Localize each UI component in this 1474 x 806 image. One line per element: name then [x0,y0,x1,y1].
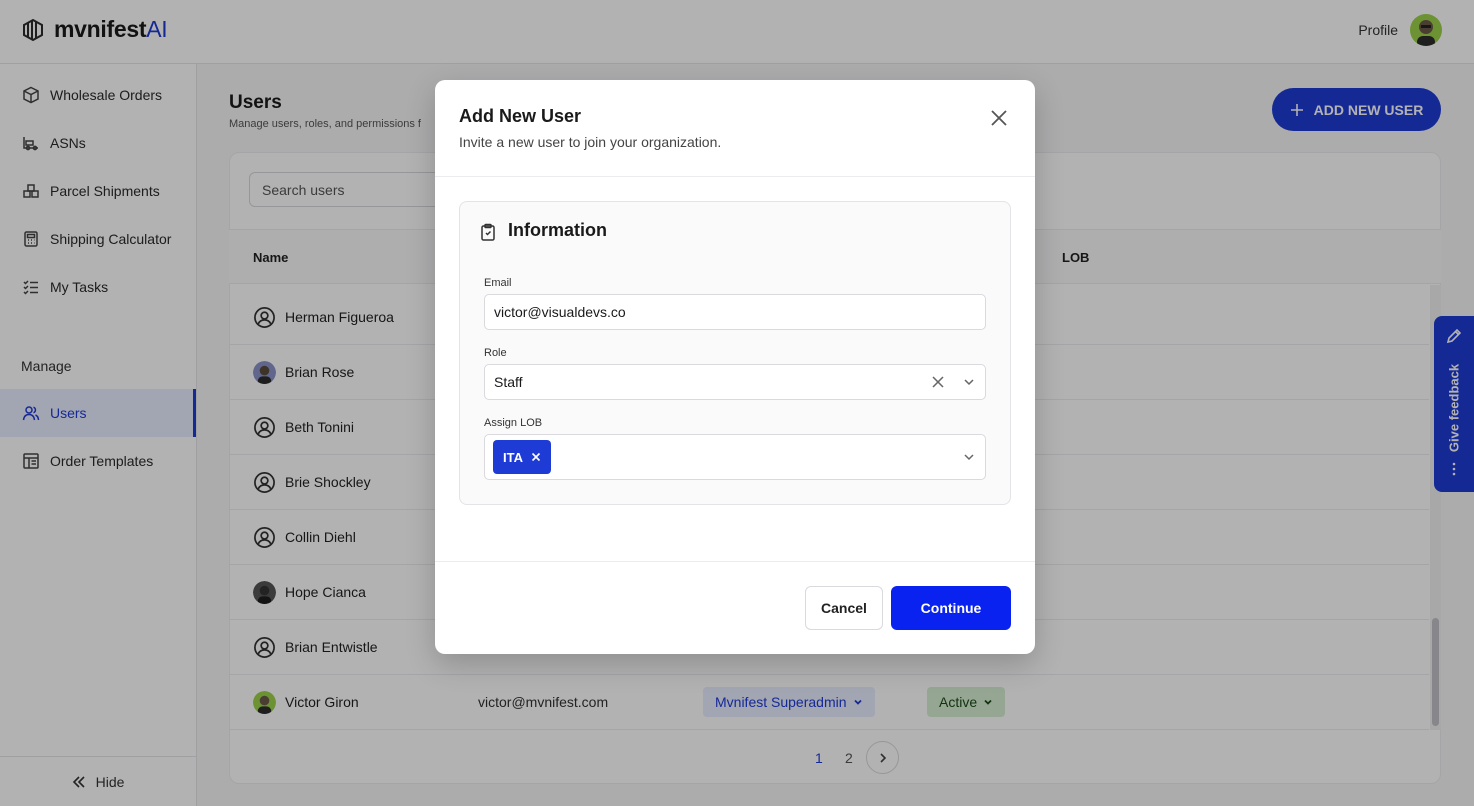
email-label: Email [484,277,512,289]
role-label: Role [484,347,507,359]
cancel-button[interactable]: Cancel [805,586,883,630]
email-field[interactable]: victor@visualdevs.co [484,294,986,330]
clear-icon[interactable] [931,375,945,389]
add-new-user-modal: Add New User Invite a new user to join y… [435,80,1035,654]
close-icon[interactable] [989,108,1009,128]
modal-subtitle: Invite a new user to join your organizat… [459,134,722,150]
modal-divider [435,561,1035,562]
section-title: Information [508,220,607,240]
modal-divider [435,176,1035,177]
remove-chip-icon[interactable] [531,452,541,462]
email-value: victor@visualdevs.co [494,304,626,320]
assign-lob-label: Assign LOB [484,417,543,429]
chevron-down-icon[interactable] [962,375,976,389]
role-select-value: Staff [494,374,523,390]
clipboard-icon [481,223,495,241]
lob-chip-label: ITA [503,449,523,465]
modal-title: Add New User [459,106,582,126]
chevron-down-icon[interactable] [962,450,976,464]
role-select[interactable]: Staff [484,364,986,400]
lob-chip[interactable]: ITA [493,440,551,474]
assign-lob-select[interactable]: ITA [484,434,986,480]
continue-button[interactable]: Continue [891,586,1011,630]
